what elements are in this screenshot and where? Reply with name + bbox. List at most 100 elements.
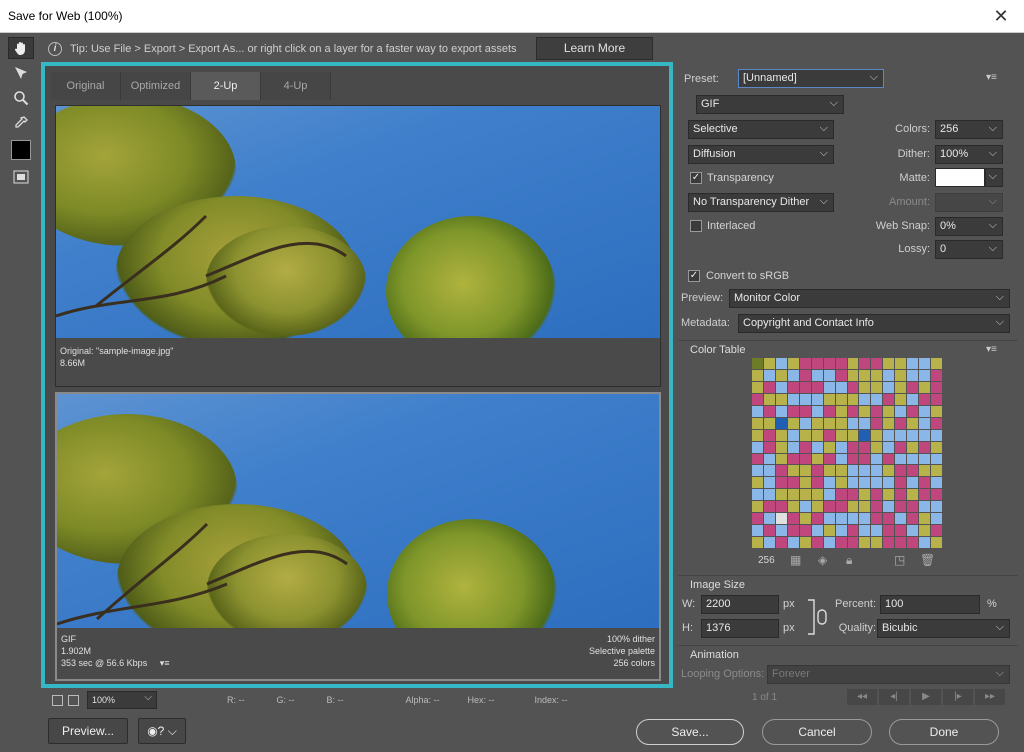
quality-select[interactable]: Bicubic	[877, 619, 1010, 638]
color-swatch[interactable]	[835, 358, 847, 369]
color-swatch[interactable]	[835, 429, 847, 441]
color-swatch[interactable]	[835, 369, 847, 381]
color-swatch[interactable]	[763, 513, 775, 525]
color-swatch[interactable]	[823, 537, 835, 548]
color-swatch[interactable]	[823, 429, 835, 441]
color-swatch[interactable]	[883, 381, 895, 393]
color-swatch[interactable]	[931, 369, 942, 381]
color-swatch[interactable]	[907, 405, 919, 417]
color-swatch[interactable]	[799, 358, 811, 369]
dither-amount-input[interactable]: 100%	[935, 145, 1003, 164]
lossy-input[interactable]: 0	[935, 240, 1003, 259]
optimized-preview-pane[interactable]: GIF 1.902M 353 sec @ 56.6 Kbps ▾≡ 100% d…	[55, 392, 661, 681]
matte-color-swatch[interactable]	[935, 168, 985, 187]
color-swatch[interactable]	[775, 525, 787, 537]
color-swatch[interactable]	[859, 453, 871, 465]
color-swatch[interactable]	[787, 489, 799, 501]
toggle-slices-visibility[interactable]	[8, 166, 34, 188]
tab-2-up[interactable]: 2-Up	[191, 72, 261, 100]
done-button[interactable]: Done	[889, 719, 999, 745]
color-swatch[interactable]	[847, 465, 859, 477]
color-swatch[interactable]	[752, 477, 763, 489]
color-swatch[interactable]	[859, 417, 871, 429]
color-swatch[interactable]	[752, 358, 763, 369]
color-swatch[interactable]	[907, 489, 919, 501]
color-swatch[interactable]	[859, 513, 871, 525]
color-swatch[interactable]	[799, 453, 811, 465]
height-input[interactable]: 1376	[701, 619, 779, 638]
color-swatch[interactable]	[835, 489, 847, 501]
color-swatch[interactable]	[919, 525, 931, 537]
color-swatch[interactable]	[799, 489, 811, 501]
color-swatch[interactable]	[883, 393, 895, 405]
color-swatch[interactable]	[811, 525, 823, 537]
color-swatch[interactable]	[752, 441, 763, 453]
color-swatch[interactable]	[799, 501, 811, 513]
color-swatch[interactable]	[775, 369, 787, 381]
color-swatch[interactable]	[775, 393, 787, 405]
color-swatch[interactable]	[752, 465, 763, 477]
color-swatch[interactable]	[871, 393, 883, 405]
zoom-out-icon[interactable]	[52, 694, 63, 706]
color-swatch[interactable]	[847, 393, 859, 405]
color-swatch[interactable]	[811, 501, 823, 513]
color-swatch[interactable]	[763, 453, 775, 465]
color-swatch[interactable]	[907, 525, 919, 537]
close-icon[interactable]: ✕	[978, 0, 1024, 33]
color-swatch[interactable]	[787, 405, 799, 417]
color-swatch[interactable]	[775, 513, 787, 525]
color-swatch[interactable]	[919, 537, 931, 548]
color-swatch[interactable]	[811, 537, 823, 548]
color-swatch[interactable]	[907, 417, 919, 429]
color-swatch[interactable]	[871, 381, 883, 393]
color-swatch[interactable]	[835, 453, 847, 465]
color-swatch[interactable]	[763, 537, 775, 548]
color-swatch[interactable]	[799, 393, 811, 405]
color-swatch[interactable]	[823, 513, 835, 525]
amount-input[interactable]	[935, 193, 1003, 212]
color-swatch[interactable]	[811, 358, 823, 369]
color-swatch[interactable]	[871, 513, 883, 525]
color-swatch[interactable]	[847, 405, 859, 417]
transparency-dither-select[interactable]: No Transparency Dither	[688, 193, 834, 212]
color-swatch[interactable]	[752, 405, 763, 417]
color-swatch[interactable]	[871, 477, 883, 489]
color-swatch[interactable]	[763, 393, 775, 405]
color-swatch[interactable]	[787, 393, 799, 405]
save-button[interactable]: Save...	[636, 719, 744, 745]
color-swatch[interactable]	[811, 417, 823, 429]
color-table-grid[interactable]	[752, 358, 942, 548]
color-swatch[interactable]	[787, 453, 799, 465]
color-swatch[interactable]	[883, 477, 895, 489]
color-swatch[interactable]	[835, 393, 847, 405]
color-swatch[interactable]	[931, 525, 942, 537]
color-swatch[interactable]	[931, 453, 942, 465]
percent-input[interactable]: 100	[880, 595, 980, 614]
color-swatch[interactable]	[811, 513, 823, 525]
color-swatch[interactable]	[847, 513, 859, 525]
color-swatch[interactable]	[775, 489, 787, 501]
color-swatch[interactable]	[907, 477, 919, 489]
color-swatch[interactable]	[907, 393, 919, 405]
color-swatch[interactable]	[811, 405, 823, 417]
color-swatch[interactable]	[919, 489, 931, 501]
transparency-checkbox[interactable]: ✓	[690, 172, 702, 184]
color-swatch[interactable]	[775, 465, 787, 477]
color-swatch[interactable]	[883, 537, 895, 548]
color-swatch[interactable]	[775, 477, 787, 489]
color-swatch[interactable]	[919, 477, 931, 489]
color-swatch[interactable]	[907, 369, 919, 381]
color-swatch[interactable]	[895, 513, 907, 525]
color-swatch[interactable]	[895, 369, 907, 381]
color-swatch[interactable]	[763, 477, 775, 489]
color-swatch[interactable]	[871, 369, 883, 381]
color-swatch[interactable]	[919, 513, 931, 525]
preview-color-select[interactable]: Monitor Color	[729, 289, 1010, 308]
color-reduction-select[interactable]: Selective	[688, 120, 834, 139]
color-swatch[interactable]	[871, 465, 883, 477]
color-swatch[interactable]	[752, 537, 763, 548]
color-swatch[interactable]	[752, 525, 763, 537]
color-swatch[interactable]	[847, 358, 859, 369]
color-swatch[interactable]	[895, 358, 907, 369]
color-swatch[interactable]	[907, 501, 919, 513]
